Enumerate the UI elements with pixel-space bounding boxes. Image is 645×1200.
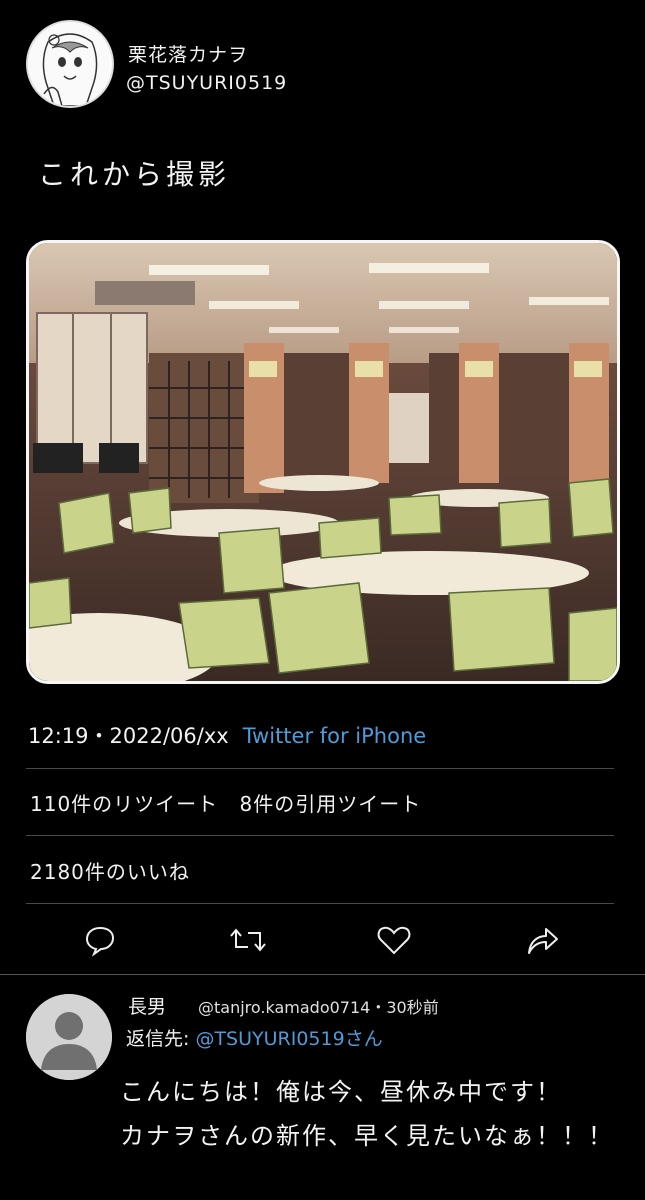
quotes-count-link[interactable]: 8件の引用ツイート [240,792,422,816]
tweet-time: 12:19 [28,724,89,748]
reply-handle-time: @tanjro.kamado0714・30秒前 [198,994,439,1018]
retweets-count-link[interactable]: 110件のリツイート [30,792,218,816]
heart-icon[interactable] [372,918,416,962]
reply-to-suffix: さん [344,1028,383,1050]
tweet-text: これから撮影 [38,158,231,191]
likes-stats: 2180件のいいね [30,856,190,885]
author-avatar[interactable] [26,20,114,108]
reply-to-label: 返信先: [126,1028,190,1050]
tweet-photo[interactable] [26,240,620,684]
divider [26,768,614,769]
reply-time: 30秒前 [386,998,439,1017]
tweet-date: 2022/06/xx [109,724,229,748]
divider [26,835,614,836]
likes-count-link[interactable]: 2180件のいいね [30,860,190,884]
reply-to-handle[interactable]: @TSUYURI0519 [195,1028,344,1050]
tweet-meta: 12:19・2022/06/xx Twitter for iPhone [28,720,426,750]
reply-divider [0,974,645,975]
replying-to: 返信先: @TSUYURI0519さん [126,1024,383,1051]
retweet-stats: 110件のリツイート 8件の引用ツイート [30,788,421,817]
divider [26,903,614,904]
reply-display-name[interactable]: 長男 [128,992,166,1019]
tweet-source-link[interactable]: Twitter for iPhone [243,724,427,748]
share-icon[interactable] [520,918,564,962]
reply-icon[interactable] [78,918,122,962]
retweet-icon[interactable] [226,918,270,962]
reply-handle[interactable]: @tanjro.kamado0714 [198,998,370,1017]
reply-text-line-2: カナヲさんの新作、早く見たいなぁ！！！ [120,1122,614,1150]
reply-text-line-1: こんにちは！俺は今、昼休み中です！ [120,1078,562,1106]
reply-avatar[interactable] [26,994,112,1080]
author-display-name[interactable]: 栗花落カナヲ [128,40,248,67]
reply-separator: ・ [370,998,387,1017]
author-handle[interactable]: @TSUYURI0519 [126,72,287,94]
meta-separator: ・ [88,724,110,748]
tweet-actions [0,918,645,962]
